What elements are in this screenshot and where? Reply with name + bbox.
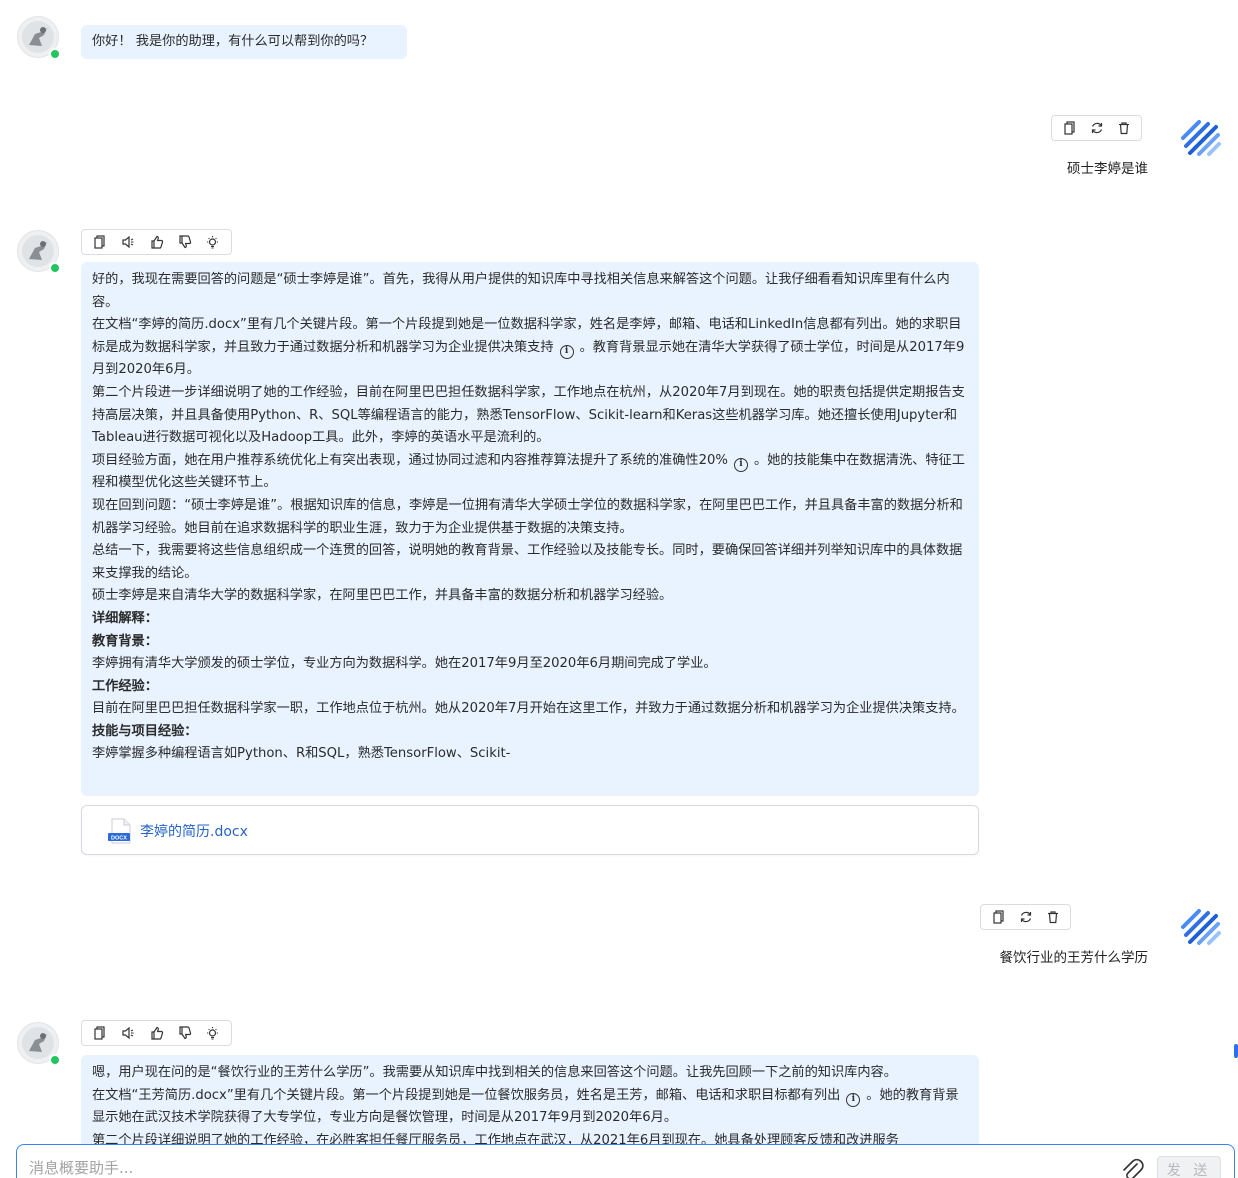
greeting-text: 你好！ 我是你的助理，有什么可以帮到你的吗？ — [92, 34, 374, 49]
answer-paragraph: 项目经验方面，她在用户推荐系统优化上有突出表现，通过协同过滤和内容推荐算法提升了… — [92, 452, 965, 491]
answer-heading: 详细解释： — [92, 610, 158, 626]
docx-file-icon: DOCX — [108, 818, 131, 844]
assistant-avatar — [17, 230, 61, 274]
citation-icon[interactable]: i — [559, 344, 574, 359]
copy-icon — [94, 235, 105, 249]
user-message-toolbar — [980, 904, 1071, 930]
answer-heading: 教育背景： — [92, 633, 158, 649]
answer-paragraph: 现在回到问题：“硕士李婷是谁”。根据知识库的信息，李婷是一位拥有清华大学硕士学位… — [92, 497, 963, 536]
regenerate-button[interactable] — [1083, 116, 1110, 140]
read-aloud-button[interactable] — [114, 1021, 142, 1045]
citation-icon[interactable]: i — [846, 1092, 861, 1107]
assistant-avatar — [17, 16, 61, 60]
answer-paragraph: 第二个片段进一步详细说明了她的工作经验，目前在阿里巴巴担任数据科学家，工作地点在… — [92, 384, 965, 446]
copy-button[interactable] — [86, 1021, 114, 1045]
user-message-2: 餐饮行业的王芳什么学历 — [999, 950, 1149, 966]
file-type-label: DOCX — [111, 836, 127, 842]
message-composer: 发 送 — [16, 1144, 1235, 1178]
delete-icon — [1118, 122, 1129, 135]
scrollbar-thumb[interactable] — [1234, 1044, 1238, 1058]
dislike-button[interactable] — [171, 230, 199, 254]
user-avatar-icon — [1181, 909, 1221, 945]
online-status-dot — [49, 1054, 61, 1066]
refresh-icon — [1091, 122, 1102, 134]
assistant-message-toolbar — [81, 229, 232, 255]
dislike-button[interactable] — [171, 1021, 199, 1045]
assistant-answer-bubble: 嗯，用户现在问的是“餐饮行业的王芳什么学历”。我需要从知识库中找到相关的信息来回… — [81, 1055, 979, 1145]
source-file-name[interactable]: 李婷的简历.docx — [140, 821, 248, 841]
assistant-avatar — [17, 1022, 61, 1066]
thumbs-down-icon — [179, 1026, 191, 1040]
copy-icon — [94, 1026, 105, 1040]
speaker-icon — [122, 1026, 134, 1040]
answer-paragraph: 李婷拥有清华大学颁发的硕士学位，专业方向为数据科学。她在2017年9月至2020… — [92, 656, 717, 672]
delete-icon — [1047, 911, 1058, 924]
copy-icon — [992, 910, 1004, 924]
citation-icon[interactable]: i — [733, 457, 748, 472]
thumbs-down-icon — [179, 235, 191, 249]
answer-paragraph: 在文档“王芳简历.docx”里有几个关键片段。第一个片段提到她是一位餐饮服务员，… — [92, 1087, 959, 1126]
answer-paragraph: 第二个片段详细说明了她的工作经验，在必胜客担任餐厅服务员，工作地点在武汉，从20… — [92, 1132, 899, 1145]
like-button[interactable] — [142, 1021, 170, 1045]
like-button[interactable] — [142, 230, 170, 254]
answer-paragraph: 在文档“李婷的简历.docx”里有几个关键片段。第一个片段提到她是一位数据科学家… — [92, 317, 965, 378]
message-input[interactable] — [29, 1159, 1089, 1177]
user-message-1: 硕士李婷是谁 — [1067, 161, 1148, 177]
greeting-bubble: 你好！ 我是你的助理，有什么可以帮到你的吗？ — [81, 25, 407, 59]
copy-button[interactable] — [86, 230, 114, 254]
user-message-toolbar — [1051, 115, 1142, 141]
answer-paragraph: 嗯，用户现在问的是“餐饮行业的王芳什么学历”。我需要从知识库中找到相关的信息来回… — [92, 1065, 897, 1080]
assistant-message-toolbar — [81, 1020, 232, 1046]
answer-paragraph: 李婷掌握多种编程语言如Python、R和SQL，熟悉TensorFlow、Sci… — [92, 746, 511, 762]
online-status-dot — [49, 262, 61, 274]
online-status-dot — [49, 48, 61, 60]
read-aloud-button[interactable] — [114, 230, 142, 254]
answer-paragraph: 目前在阿里巴巴担任数据科学家一职，工作地点位于杭州。她从2020年7月开始在这里… — [92, 701, 965, 717]
lightbulb-icon — [207, 1026, 219, 1040]
regenerate-button[interactable] — [1012, 905, 1039, 929]
explain-button[interactable] — [199, 230, 227, 254]
copy-button[interactable] — [1056, 116, 1083, 140]
speaker-icon — [122, 235, 134, 249]
delete-button[interactable] — [1039, 905, 1066, 929]
thumbs-up-icon — [150, 235, 163, 249]
answer-heading: 技能与项目经验： — [92, 723, 198, 739]
send-button[interactable]: 发 送 — [1157, 1156, 1221, 1178]
refresh-icon — [1020, 911, 1031, 923]
thumbs-up-icon — [150, 1026, 163, 1040]
delete-button[interactable] — [1110, 116, 1137, 140]
assistant-answer-bubble: 好的，我现在需要回答的问题是“硕士李婷是谁”。首先，我得从用户提供的知识库中寻找… — [81, 262, 979, 796]
user-avatar-icon — [1181, 120, 1221, 156]
source-file-card[interactable]: DOCX 李婷的简历.docx — [81, 805, 979, 855]
answer-paragraph: 好的，我现在需要回答的问题是“硕士李婷是谁”。首先，我得从用户提供的知识库中寻找… — [92, 272, 950, 310]
paperclip-icon[interactable] — [1119, 1157, 1145, 1178]
answer-paragraph: 总结一下，我需要将这些信息组织成一个连贯的回答，说明她的教育背景、工作经验以及技… — [92, 543, 963, 581]
copy-button[interactable] — [985, 905, 1012, 929]
lightbulb-icon — [207, 235, 219, 249]
answer-paragraph: 硕士李婷是来自清华大学的数据科学家，在阿里巴巴工作，并具备丰富的数据分析和机器学… — [92, 588, 673, 604]
explain-button[interactable] — [199, 1021, 227, 1045]
answer-heading: 工作经验： — [92, 678, 158, 694]
copy-icon — [1063, 121, 1075, 135]
